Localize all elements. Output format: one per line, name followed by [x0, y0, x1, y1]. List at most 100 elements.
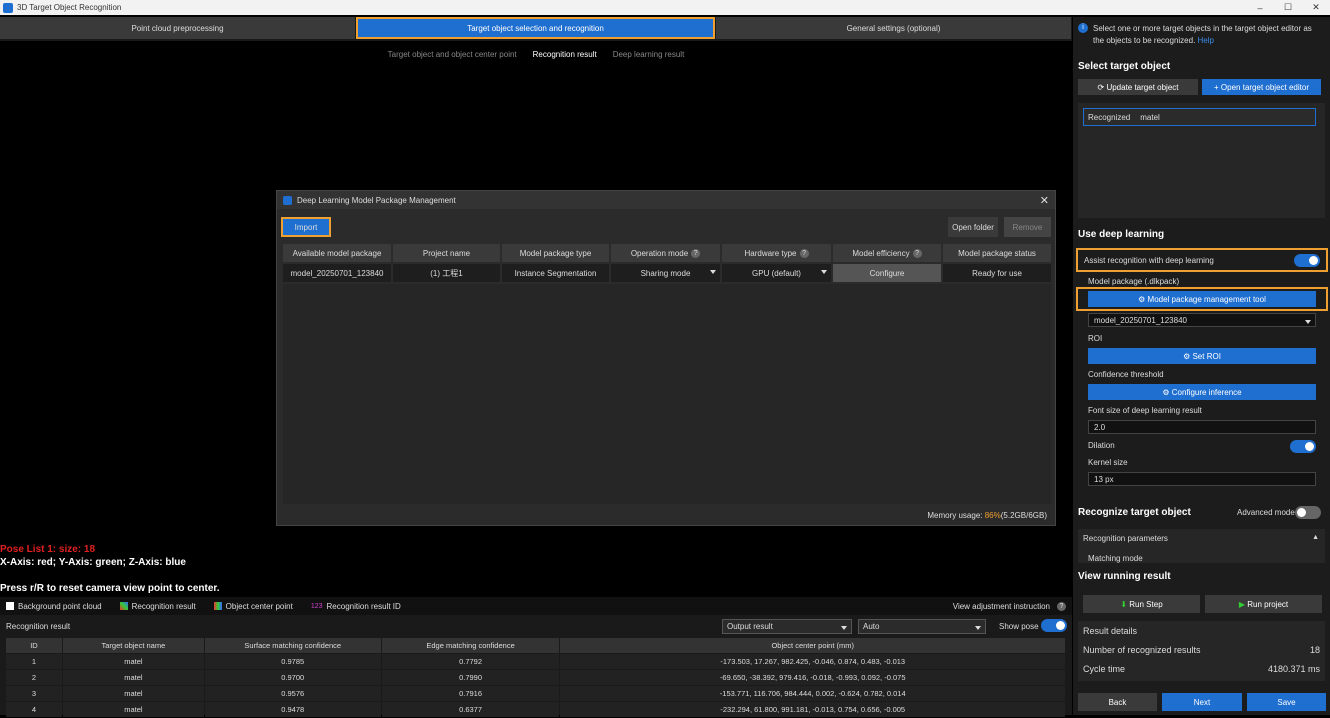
package-type: Instance Segmentation [502, 264, 609, 282]
chevron-down-icon [821, 270, 827, 274]
rec-params-section: Recognition parameters ▲ Matching mode [1078, 529, 1325, 563]
cell: 0.9700 [204, 670, 381, 685]
pkg-select-value: model_20250701_123840 [1094, 315, 1187, 325]
show-pose-toggle[interactable] [1041, 619, 1067, 632]
kernel-input[interactable]: 13 px [1088, 472, 1316, 486]
sub-tabs: Target object and object center point Re… [0, 50, 1072, 64]
cell: 0.7792 [381, 654, 560, 669]
dl-title: Use deep learning [1078, 229, 1165, 240]
set-roi-button[interactable]: ⚙ Set ROI [1088, 348, 1316, 364]
configure-button[interactable]: Configure [833, 264, 941, 282]
id-icon: 123 [310, 602, 323, 610]
pkg-select[interactable]: model_20250701_123840 [1088, 313, 1316, 327]
run-project-button[interactable]: ▶ Run project [1205, 595, 1322, 613]
view-title: View running result [1078, 571, 1171, 582]
chevron-down-icon [1305, 320, 1311, 324]
open-editor-button[interactable]: + Open target object editor [1202, 79, 1321, 95]
table-row[interactable]: 2 matel 0.9700 0.7990 -69.650, -38.392, 979.… [6, 670, 1066, 685]
matching-label: Matching mode [1088, 554, 1143, 563]
hardware-type-value: GPU (default) [752, 268, 801, 278]
step-general[interactable]: General settings (optional) [716, 17, 1071, 39]
step-preprocessing[interactable]: Point cloud preprocessing [0, 17, 355, 39]
package-name: model_20250701_123840 [283, 264, 391, 282]
run-step-button[interactable]: ⬇ Run Step [1083, 595, 1200, 613]
table-row[interactable]: 3 matel 0.9576 0.7916 -153.771, 116.706, 984… [6, 686, 1066, 701]
project-name: (1) 工程1 [393, 264, 500, 282]
auto-select[interactable]: Auto [858, 618, 986, 634]
cell: 0.7990 [381, 670, 560, 685]
info-icon: i [1078, 23, 1088, 33]
close-icon[interactable]: ✕ [1040, 194, 1049, 207]
cell: -173.503, 17.267, 982.425, -0.046, 0.874… [560, 654, 1065, 669]
hardware-type-select[interactable]: GPU (default) [722, 264, 831, 282]
operation-mode-select[interactable]: Sharing mode [611, 264, 720, 282]
pkg-label: Model package (.dlkpack) [1088, 277, 1180, 286]
pose-list-text: Pose List 1: size: 18 [0, 544, 96, 555]
legend-recognition-label: Recognition result [131, 601, 196, 611]
next-button[interactable]: Next [1162, 693, 1242, 711]
right-panel: i Select one or more target objects in t… [1073, 17, 1330, 715]
assist-row: Assist recognition with deep learning [1076, 248, 1328, 272]
table-row[interactable]: 1 matel 0.9785 0.7792 -173.503, 17.267, 982.… [6, 654, 1066, 669]
tab-recognition-result[interactable]: Recognition result [533, 50, 597, 64]
view-hint: View adjustment instruction? [952, 601, 1066, 611]
chevron-down-icon [841, 625, 847, 630]
legend-recognition[interactable]: Recognition result [119, 601, 196, 611]
table-row[interactable]: model_20250701_123840 (1) 工程1 Instance S… [283, 264, 1051, 282]
tab-object-center[interactable]: Target object and object center point [388, 50, 517, 64]
font-size-label: Font size of deep learning result [1088, 406, 1202, 415]
advanced-toggle[interactable] [1295, 506, 1321, 519]
results-toolbar: Recognition result Output result Auto Sh… [0, 615, 1072, 637]
help-icon[interactable]: ? [1057, 601, 1066, 611]
axis-icon [213, 602, 222, 610]
font-size-input[interactable]: 2.0 [1088, 420, 1316, 434]
minimize-icon[interactable]: – [1246, 0, 1274, 15]
cell: matel [62, 654, 204, 669]
window-title: 3D Target Object Recognition [17, 3, 122, 12]
checkbox[interactable] [6, 602, 14, 610]
help-icon[interactable]: ? [691, 248, 701, 258]
title-bar: 3D Target Object Recognition – ☐ ✕ [0, 0, 1330, 15]
app-icon [3, 2, 13, 13]
back-button[interactable]: Back [1078, 693, 1157, 711]
help-icon[interactable]: ? [912, 248, 922, 258]
save-button[interactable]: Save [1247, 693, 1326, 711]
memory-usage: Memory usage: 86%(5.2GB/6GB) [927, 511, 1047, 520]
col-hardware: Hardware type? [722, 244, 831, 262]
select-title: Select target object [1078, 61, 1171, 72]
legend-id[interactable]: 123 Recognition result ID [311, 602, 401, 611]
list-item[interactable]: Recognized matel [1083, 108, 1316, 126]
legend-background[interactable]: Background point cloud [6, 602, 102, 611]
tab-deep-learning[interactable]: Deep learning result [613, 50, 685, 64]
cell: matel [62, 686, 204, 701]
open-folder-button[interactable]: Open folder [948, 217, 998, 237]
pkg-tool-button[interactable]: ⚙ Model package management tool [1088, 291, 1316, 307]
help-icon[interactable]: ? [799, 248, 809, 258]
refresh-icon: ⟳ [1097, 82, 1107, 92]
col-id: ID [6, 638, 62, 653]
show-pose-label: Show pose [999, 622, 1039, 631]
step-selection[interactable]: Target object selection and recognition [356, 17, 715, 39]
dilation-toggle[interactable] [1290, 440, 1316, 453]
configure-inference-button[interactable]: ⚙ Configure inference [1088, 384, 1316, 400]
col-project: Project name [393, 244, 500, 262]
view-hint-label: View adjustment instruction [952, 601, 1050, 611]
conf-label: Confidence threshold [1088, 370, 1164, 379]
col-hardware-label: Hardware type [744, 248, 797, 258]
maximize-icon[interactable]: ☐ [1274, 0, 1302, 15]
import-button[interactable]: Import [281, 217, 331, 237]
package-table-header: Available model package Project name Mod… [283, 244, 1051, 262]
col-available: Available model package [283, 244, 391, 262]
view-legend: Background point cloud Recognition resul… [0, 597, 1072, 615]
help-link[interactable]: Help [1198, 36, 1214, 45]
open-editor-label: Open target object editor [1220, 82, 1309, 92]
operation-mode-value: Sharing mode [640, 268, 691, 278]
remove-button[interactable]: Remove [1004, 217, 1051, 237]
assist-toggle[interactable] [1294, 254, 1320, 267]
legend-center[interactable]: Object center point [213, 602, 293, 611]
close-icon[interactable]: ✕ [1302, 0, 1330, 15]
chevron-up-icon[interactable]: ▲ [1312, 534, 1319, 541]
output-result-select[interactable]: Output result [722, 618, 852, 634]
update-object-button[interactable]: ⟳ Update target object [1078, 79, 1198, 95]
pkg-tool-label: Model package management tool [1147, 294, 1266, 304]
